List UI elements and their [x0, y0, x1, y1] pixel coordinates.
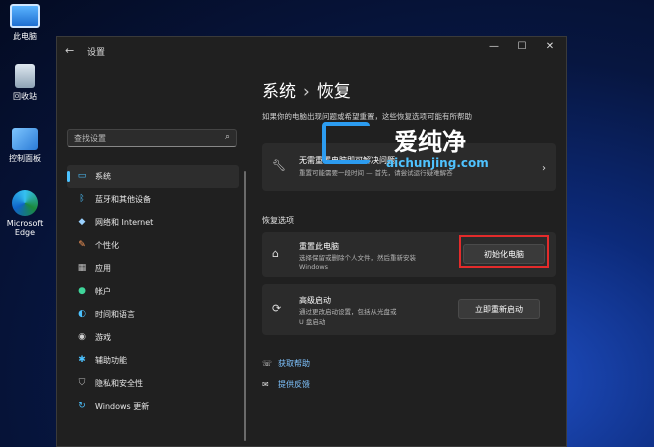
back-arrow-icon[interactable]: ←	[65, 44, 74, 57]
breadcrumb: 系统 › 恢复	[262, 77, 351, 102]
reset-pc-title: 重置此电脑	[299, 242, 339, 251]
watermark-text: 爱纯净	[394, 128, 466, 156]
highlight-box	[459, 235, 549, 268]
get-help-link[interactable]: ☏ 获取帮助	[262, 358, 310, 369]
restart-now-button[interactable]: 立即重新启动	[458, 299, 540, 319]
sidebar-item-windows-update[interactable]: ↻ Windows 更新	[67, 395, 239, 418]
edge-icon	[12, 190, 38, 216]
sidebar-item-label: 个性化	[95, 241, 119, 250]
sidebar-nav: ▭ 系统 ᛒ 蓝牙和其他设备 ◆ 网络和 Internet ✎ 个性化 ▦ 应用…	[67, 165, 239, 418]
sidebar-item-label: 游戏	[95, 333, 111, 342]
sidebar-item-bluetooth[interactable]: ᛒ 蓝牙和其他设备	[67, 188, 239, 211]
give-feedback-label: 提供反馈	[278, 380, 310, 389]
recycle-bin-icon	[15, 64, 35, 88]
get-help-label: 获取帮助	[278, 359, 310, 368]
sidebar-item-label: 帐户	[95, 287, 111, 296]
desktop-icon-label: 此电脑	[13, 32, 37, 41]
sidebar-item-label: 隐私和安全性	[95, 379, 143, 388]
bluetooth-icon: ᛒ	[79, 194, 85, 204]
desktop-icon-label: Microsoft Edge	[6, 219, 44, 237]
sidebar-item-label: Windows 更新	[95, 402, 150, 411]
sidebar-item-network[interactable]: ◆ 网络和 Internet	[67, 211, 239, 234]
section-label: 恢复选项	[262, 216, 294, 225]
sidebar-item-apps[interactable]: ▦ 应用	[67, 257, 239, 280]
network-icon: ◆	[78, 217, 86, 227]
account-icon: ●	[78, 286, 86, 296]
advanced-startup-card: ⟳ 高级启动 通过更改启动设置，包括从光盘或 U 盘启动 立即重新启动	[262, 284, 556, 335]
sidebar-item-privacy[interactable]: ⛉ 隐私和安全性	[67, 372, 239, 395]
apps-icon: ▦	[77, 263, 87, 273]
sidebar-item-label: 时间和语言	[95, 310, 135, 319]
breadcrumb-separator: ›	[303, 82, 310, 102]
search-input[interactable]: 查找设置 ⌕	[67, 129, 237, 147]
desktop-icon-control-panel[interactable]: 控制面板	[4, 128, 46, 164]
accessibility-icon: ✱	[78, 355, 86, 365]
wrench-icon: 🔧︎	[272, 159, 286, 172]
sidebar-item-accounts[interactable]: ● 帐户	[67, 280, 239, 303]
breadcrumb-parent[interactable]: 系统	[262, 82, 296, 102]
window-title: 设置	[87, 48, 106, 58]
advanced-startup-title: 高级启动	[299, 296, 331, 305]
sidebar-item-label: 系统	[95, 172, 111, 181]
advanced-startup-subtitle-line1: 通过更改启动设置，包括从光盘或	[299, 308, 397, 316]
gamepad-icon: ◉	[78, 332, 86, 342]
advanced-startup-icon: ⟳	[272, 302, 282, 315]
desktop-icon-this-pc[interactable]: 此电脑	[4, 4, 46, 42]
search-placeholder: 查找设置	[74, 134, 106, 143]
minimize-button[interactable]: —	[484, 41, 504, 52]
reset-pc-subtitle-line2: Windows	[299, 263, 329, 271]
globe-icon: ◐	[78, 309, 86, 319]
breadcrumb-current: 恢复	[316, 82, 351, 102]
shield-icon: ⛉	[78, 378, 86, 388]
maximize-button[interactable]: ☐	[512, 41, 532, 52]
watermark-url: aichunjing.com	[386, 156, 489, 170]
sidebar-item-system[interactable]: ▭ 系统	[67, 165, 239, 188]
page-description: 如果你的电脑出现问题或希望重置，这些恢复选项可能有所帮助	[262, 112, 472, 121]
control-panel-icon	[12, 128, 38, 150]
feedback-icon: ✉	[262, 380, 269, 389]
sidebar-item-gaming[interactable]: ◉ 游戏	[67, 326, 239, 349]
watermark-logo-icon	[322, 122, 370, 164]
give-feedback-link[interactable]: ✉ 提供反馈	[262, 379, 310, 390]
title-bar: ← 设置 — ☐ ✕	[57, 37, 566, 65]
close-button[interactable]: ✕	[540, 41, 560, 52]
reset-pc-icon: ⌂	[272, 247, 279, 260]
sidebar-scrollbar[interactable]	[244, 171, 246, 441]
brush-icon: ✎	[78, 240, 86, 250]
chevron-right-icon: ›	[542, 163, 546, 174]
desktop-icon-label: 回收站	[13, 92, 37, 101]
sidebar-item-time-language[interactable]: ◐ 时间和语言	[67, 303, 239, 326]
monitor-icon: ▭	[77, 171, 87, 181]
help-icon: ☏	[262, 359, 273, 368]
desktop-icon-label: 控制面板	[9, 154, 41, 163]
search-icon: ⌕	[224, 132, 230, 142]
sidebar-item-label: 网络和 Internet	[95, 218, 154, 227]
monitor-icon	[10, 4, 40, 28]
sidebar-item-accessibility[interactable]: ✱ 辅助功能	[67, 349, 239, 372]
desktop-icon-recycle-bin[interactable]: 回收站	[4, 64, 46, 102]
update-icon: ↻	[78, 401, 86, 411]
sidebar-item-label: 蓝牙和其他设备	[95, 195, 151, 204]
sidebar-item-label: 应用	[95, 264, 111, 273]
advanced-startup-subtitle-line2: U 盘启动	[299, 318, 326, 326]
desktop-icon-edge[interactable]: Microsoft Edge	[4, 190, 46, 237]
sidebar-item-personalization[interactable]: ✎ 个性化	[67, 234, 239, 257]
sidebar-item-label: 辅助功能	[95, 356, 127, 365]
